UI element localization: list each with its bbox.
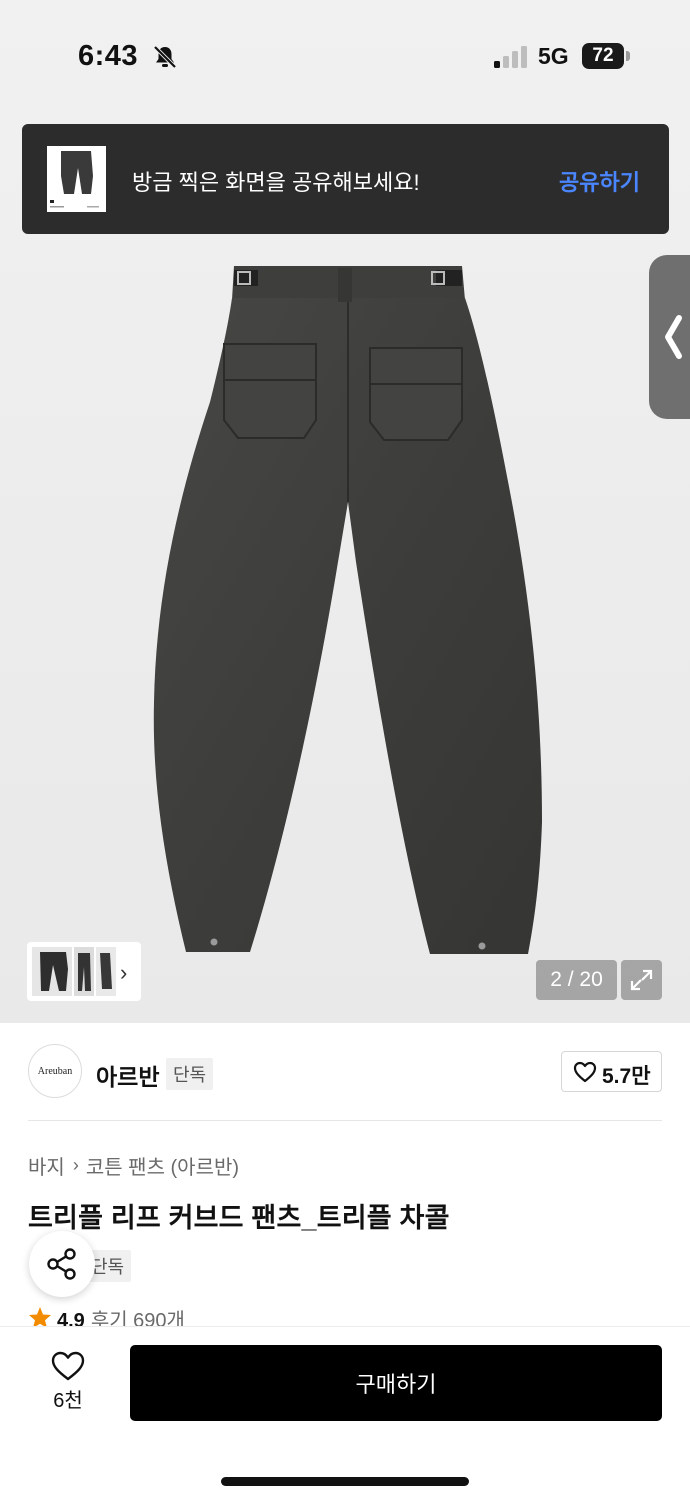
toast-share-button[interactable]: 공유하기 <box>559 165 640 197</box>
status-time: 6:43 <box>78 40 139 72</box>
expand-icon[interactable] <box>621 960 662 1000</box>
wishlist-button[interactable]: 6천 <box>40 1350 96 1412</box>
heart-icon <box>573 1061 597 1083</box>
product-title: 트리플 리프 커브드 팬츠_트리플 차콜 <box>28 1203 450 1233</box>
share-toast: 방금 찍은 화면을 공유해보세요! 공유하기 <box>22 124 669 234</box>
image-counter: 2 / 20 <box>536 960 617 1000</box>
share-button[interactable] <box>29 1231 95 1297</box>
buy-button[interactable]: 구매하기 <box>130 1345 662 1421</box>
home-indicator[interactable] <box>221 1477 469 1486</box>
brand-logo[interactable]: Areuban <box>28 1044 82 1098</box>
toast-message: 방금 찍은 화면을 공유해보세요! <box>132 170 420 195</box>
brand-like-button[interactable]: 5.7만 <box>561 1051 662 1092</box>
product-image-gallery[interactable]: 6:43 5G 72 방금 찍은 화면을 공유해보세요! 공유하기 › 2 / … <box>0 0 690 1023</box>
chevron-right-icon[interactable]: › <box>120 960 127 986</box>
thumbnail-images[interactable] <box>32 947 116 996</box>
network-type: 5G <box>538 43 569 69</box>
wishlist-count: 6천 <box>53 1390 83 1412</box>
divider <box>28 1120 662 1121</box>
battery-icon: 72 <box>582 43 630 69</box>
status-bar: 6:43 5G 72 <box>0 0 690 110</box>
side-panel-handle[interactable] <box>649 255 690 419</box>
breadcrumb: 바지 › 코튼 팬츠 (아르반) <box>28 1151 239 1180</box>
brand-name[interactable]: 아르반 <box>96 1058 159 1092</box>
screenshot-thumbnail[interactable] <box>47 146 106 212</box>
chevron-left-icon <box>665 315 682 359</box>
bell-muted-icon <box>153 45 177 69</box>
exclusive-badge: 단독 <box>166 1058 214 1090</box>
battery-level: 72 <box>592 45 614 66</box>
product-photo <box>153 266 542 954</box>
thumbnail-strip[interactable]: › <box>27 942 141 1001</box>
brand-like-count: 5.7만 <box>602 1065 651 1088</box>
cellular-signal-icon <box>494 46 527 68</box>
breadcrumb-category[interactable]: 바지 <box>28 1157 65 1179</box>
breadcrumb-subcategory[interactable]: 코튼 팬츠 (아르반) <box>86 1157 239 1179</box>
share-icon <box>47 1248 76 1280</box>
chevron-right-icon: › <box>72 1155 79 1175</box>
heart-icon <box>51 1351 85 1381</box>
